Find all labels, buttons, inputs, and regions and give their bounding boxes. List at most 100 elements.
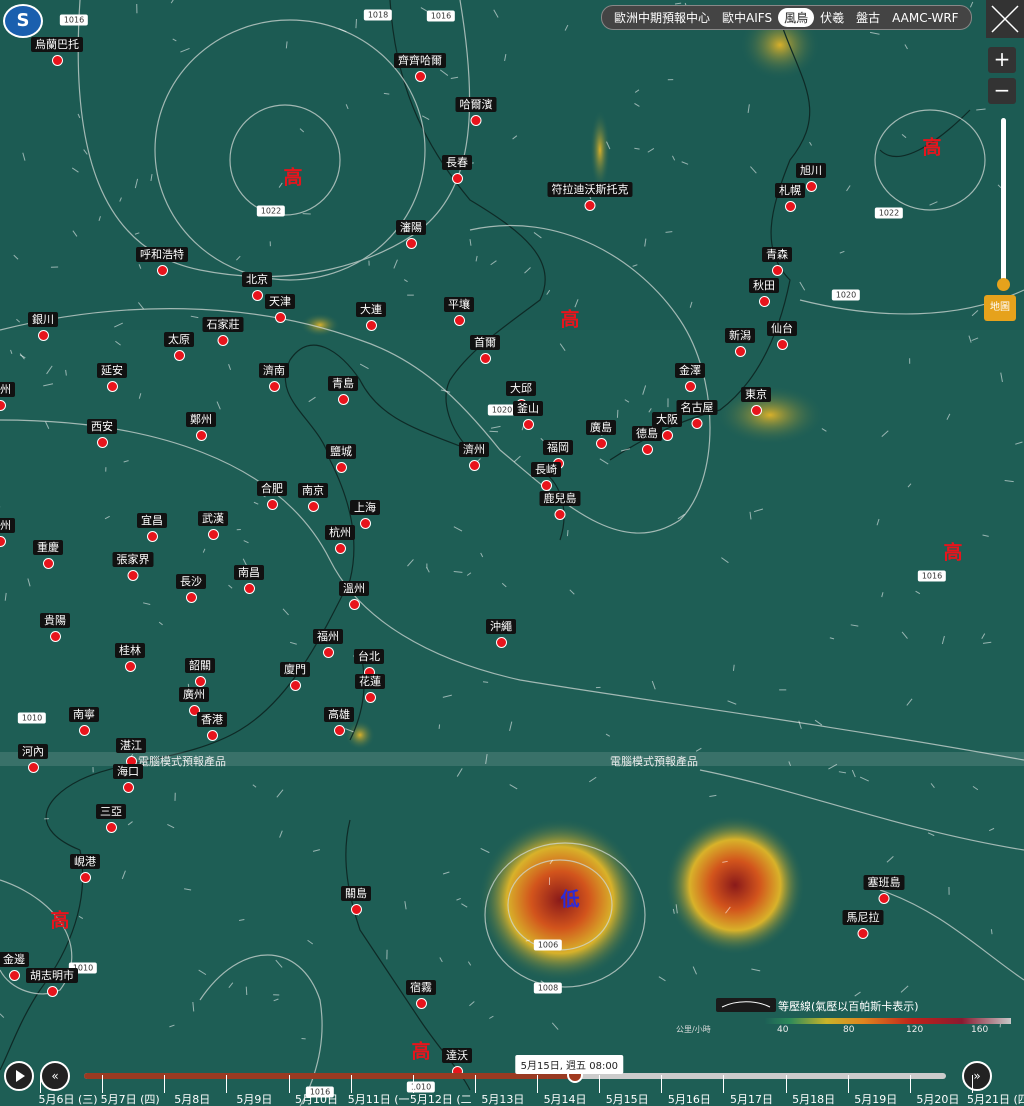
timeline-day-label[interactable]: 5月9日 xyxy=(236,1091,272,1106)
city-marker[interactable]: 南京 xyxy=(298,479,328,512)
city-marker[interactable]: 鹽城 xyxy=(326,440,356,473)
city-marker[interactable]: 南昌 xyxy=(234,561,264,594)
city-marker[interactable]: 天津 xyxy=(265,290,295,323)
city-marker[interactable]: 宿霧 xyxy=(406,976,436,1009)
city-marker[interactable]: 符拉迪沃斯托克 xyxy=(547,178,633,211)
model-tab-fuxi[interactable]: 伏羲 xyxy=(814,8,850,27)
timeline-day-label[interactable]: 5月21日 (四) xyxy=(967,1091,1024,1106)
city-marker[interactable]: 峴港 xyxy=(70,850,100,883)
city-marker[interactable]: 濟州 xyxy=(459,438,489,471)
city-marker[interactable]: 金澤 xyxy=(675,359,705,392)
model-tab-fengniao[interactable]: 風鳥 xyxy=(778,8,815,27)
city-marker[interactable]: 德島 xyxy=(632,422,662,455)
zoom-in-button[interactable]: + xyxy=(988,47,1016,73)
city-marker[interactable]: 高雄 xyxy=(324,703,354,736)
city-marker[interactable]: 石家莊 xyxy=(202,313,244,346)
timeline-day-label[interactable]: 5月7日 (四) xyxy=(101,1091,160,1106)
city-marker[interactable]: 關島 xyxy=(341,882,371,915)
city-marker[interactable]: 重慶 xyxy=(33,536,63,569)
city-marker[interactable]: 鄭州 xyxy=(186,408,216,441)
city-marker[interactable]: 桂林 xyxy=(115,639,145,672)
city-marker[interactable]: 大連 xyxy=(356,298,386,331)
city-marker[interactable]: 張家界 xyxy=(112,548,154,581)
city-marker[interactable]: 濟南 xyxy=(259,359,289,392)
city-marker[interactable]: 南寧 xyxy=(69,703,99,736)
city-marker[interactable]: 青森 xyxy=(762,243,792,276)
timeline-day-label[interactable]: 5月12日 (二 xyxy=(410,1091,472,1106)
city-marker[interactable]: 河內 xyxy=(18,740,48,773)
timeline-day-label[interactable]: 5月17日 xyxy=(730,1091,773,1106)
city-marker[interactable]: 哈爾濱 xyxy=(455,93,497,126)
city-marker[interactable]: 烏蘭巴托 xyxy=(31,33,83,66)
isobar-pressure-label: 1006 xyxy=(533,939,563,951)
timeline-day-label[interactable]: 5月13日 xyxy=(481,1091,524,1106)
city-marker[interactable]: 福州 xyxy=(313,625,343,658)
city-marker[interactable]: 三亞 xyxy=(96,800,126,833)
timeline-tick xyxy=(226,1075,228,1093)
layer-opacity-slider[interactable] xyxy=(1001,118,1006,286)
timeline-day-label[interactable]: 5月16日 xyxy=(668,1091,711,1106)
city-marker[interactable]: 長春 xyxy=(442,151,472,184)
zoom-out-button[interactable]: − xyxy=(988,78,1016,104)
step-forward-button[interactable]: » xyxy=(962,1061,992,1091)
city-marker[interactable]: 西安 xyxy=(87,415,117,448)
city-marker[interactable]: 杭州 xyxy=(325,521,355,554)
city-marker[interactable]: 武漢 xyxy=(198,507,228,540)
city-marker[interactable]: 首爾 xyxy=(470,331,500,364)
play-button[interactable] xyxy=(4,1061,34,1091)
city-marker[interactable]: 貴陽 xyxy=(40,609,70,642)
city-marker[interactable]: 寧州 xyxy=(0,378,15,411)
city-marker[interactable]: 秋田 xyxy=(749,274,779,307)
city-marker[interactable]: 札幌 xyxy=(775,179,805,212)
city-marker[interactable]: 沖繩 xyxy=(486,615,516,648)
timeline-track[interactable] xyxy=(84,1073,946,1079)
city-marker[interactable]: 名古屋 xyxy=(676,396,718,429)
timeline-day-label[interactable]: 5月15日 xyxy=(606,1091,649,1106)
model-tab-aifs[interactable]: 歐中AIFS xyxy=(716,8,778,27)
city-marker[interactable]: 溫州 xyxy=(339,577,369,610)
weather-map[interactable]: 電腦模式預報產品 電腦模式預報產品 S 歐洲中期預報中心 歐中AIFS 風鳥 伏… xyxy=(0,0,1024,1106)
city-marker[interactable]: 花蓮 xyxy=(355,670,385,703)
map-toggle-button[interactable]: 地圖 xyxy=(984,295,1016,321)
city-marker[interactable]: 鹿兒島 xyxy=(539,487,581,520)
city-marker[interactable]: 延安 xyxy=(97,359,127,392)
model-tab-ecmwf[interactable]: 歐洲中期預報中心 xyxy=(608,8,716,27)
model-tab-aamc-wrf[interactable]: AAMC-WRF xyxy=(886,10,964,26)
city-marker[interactable]: 釜山 xyxy=(513,397,543,430)
city-marker[interactable]: 齊齊哈爾 xyxy=(394,49,446,82)
city-marker[interactable]: 金邊 xyxy=(0,948,29,981)
city-marker[interactable]: 香港 xyxy=(197,708,227,741)
city-marker[interactable]: 胡志明市 xyxy=(26,964,78,997)
city-marker[interactable]: 宜昌 xyxy=(137,509,167,542)
city-marker[interactable]: 東京 xyxy=(741,383,771,416)
timeline-day-label[interactable]: 5月6日 (三) xyxy=(38,1091,97,1106)
city-marker[interactable]: 瀋陽 xyxy=(396,216,426,249)
city-marker[interactable]: 太原 xyxy=(164,328,194,361)
city-marker[interactable]: 仙台 xyxy=(767,317,797,350)
timeline-day-label[interactable]: 5月19日 xyxy=(854,1091,897,1106)
opacity-slider-knob[interactable] xyxy=(997,278,1010,291)
timeline-day-label[interactable]: 5月20日 xyxy=(916,1091,959,1106)
timeline-day-label[interactable]: 5月11日 (一 xyxy=(348,1091,410,1106)
city-marker[interactable]: 新潟 xyxy=(725,324,755,357)
city-marker[interactable]: 廣島 xyxy=(586,416,616,449)
city-marker[interactable]: 海口 xyxy=(113,760,143,793)
city-marker[interactable]: 合肥 xyxy=(257,477,287,510)
city-marker[interactable]: 呼和浩特 xyxy=(136,243,188,276)
fullscreen-close-button[interactable] xyxy=(986,0,1024,38)
city-marker[interactable]: 青島 xyxy=(328,372,358,405)
step-back-button[interactable]: « xyxy=(40,1061,70,1091)
city-marker[interactable]: 蘭州 xyxy=(0,514,15,547)
city-marker[interactable]: 馬尼拉 xyxy=(842,906,884,939)
city-marker[interactable]: 銀川 xyxy=(28,308,58,341)
city-marker[interactable]: 平壤 xyxy=(444,293,474,326)
city-marker[interactable]: 長沙 xyxy=(176,570,206,603)
timeline-knob[interactable]: 5月15日, 週五 08:00 xyxy=(515,1055,624,1083)
model-tab-pangu[interactable]: 盤古 xyxy=(850,8,886,27)
timeline-day-label[interactable]: 5月18日 xyxy=(792,1091,835,1106)
city-marker[interactable]: 廈門 xyxy=(280,658,310,691)
city-marker[interactable]: 塞班島 xyxy=(863,871,905,904)
timeline-day-label[interactable]: 5月8日 xyxy=(174,1091,210,1106)
timeline-day-label[interactable]: 5月14日 xyxy=(544,1091,587,1106)
timeline-day-label[interactable]: 5月10日 xyxy=(295,1091,338,1106)
